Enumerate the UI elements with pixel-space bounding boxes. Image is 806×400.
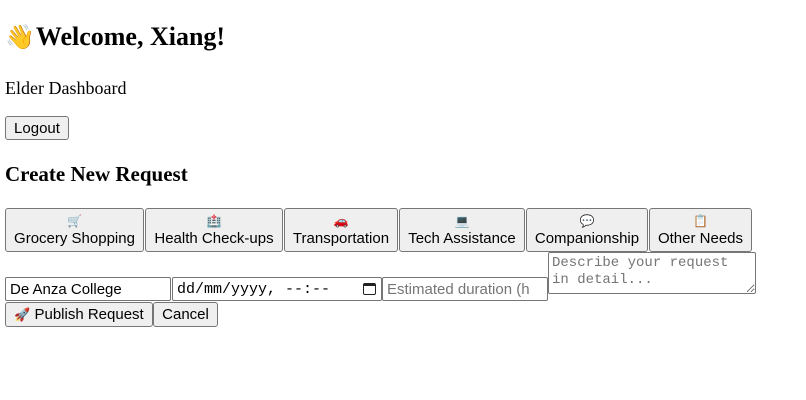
category-label: Transportation	[292, 229, 390, 247]
location-input[interactable]	[5, 277, 171, 301]
category-tech-assistance-button[interactable]: 💻 Tech Assistance	[399, 208, 525, 252]
publish-request-button[interactable]: 🚀 Publish Request	[5, 302, 153, 327]
cancel-button[interactable]: Cancel	[153, 302, 218, 327]
category-grocery-shopping-button[interactable]: 🛒 Grocery Shopping	[5, 208, 144, 252]
category-label: Grocery Shopping	[14, 229, 135, 247]
clipboard-icon: 📋	[693, 213, 708, 228]
duration-input[interactable]	[382, 277, 548, 301]
datetime-input[interactable]: dd/mm/yyyy, --:--	[172, 277, 382, 301]
category-label: Companionship	[534, 229, 640, 247]
calendar-icon[interactable]	[363, 283, 376, 295]
rocket-icon: 🚀	[14, 306, 31, 322]
category-health-checkups-button[interactable]: 🏥 Health Check-ups	[145, 208, 283, 252]
request-details-textarea[interactable]	[548, 252, 756, 294]
category-companionship-button[interactable]: 💬 Companionship	[526, 208, 648, 252]
welcome-text: Welcome, Xiang!	[35, 22, 226, 51]
car-icon: 🚗	[333, 213, 349, 228]
publish-label: Publish Request	[34, 306, 144, 323]
datetime-placeholder: dd/mm/yyyy, --:--	[177, 280, 331, 298]
category-label: Other Needs	[657, 229, 744, 247]
category-transportation-button[interactable]: 🚗 Transportation	[284, 208, 398, 252]
speech-bubble-icon: 💬	[579, 213, 595, 228]
category-other-needs-button[interactable]: 📋 Other Needs	[649, 208, 752, 252]
shopping-cart-icon: 🛒	[67, 213, 82, 228]
logout-button[interactable]: Logout	[5, 116, 69, 140]
category-label: Health Check-ups	[154, 229, 274, 247]
laptop-icon: 💻	[454, 213, 470, 228]
dashboard-subtitle: Elder Dashboard	[5, 78, 127, 98]
category-label: Tech Assistance	[408, 229, 516, 247]
welcome-heading: 👋Welcome, Xiang!	[5, 22, 225, 53]
hospital-icon: 🏥	[206, 213, 222, 228]
waving-hand-icon: 👋	[5, 25, 35, 51]
create-request-heading: Create New Request	[5, 162, 188, 186]
